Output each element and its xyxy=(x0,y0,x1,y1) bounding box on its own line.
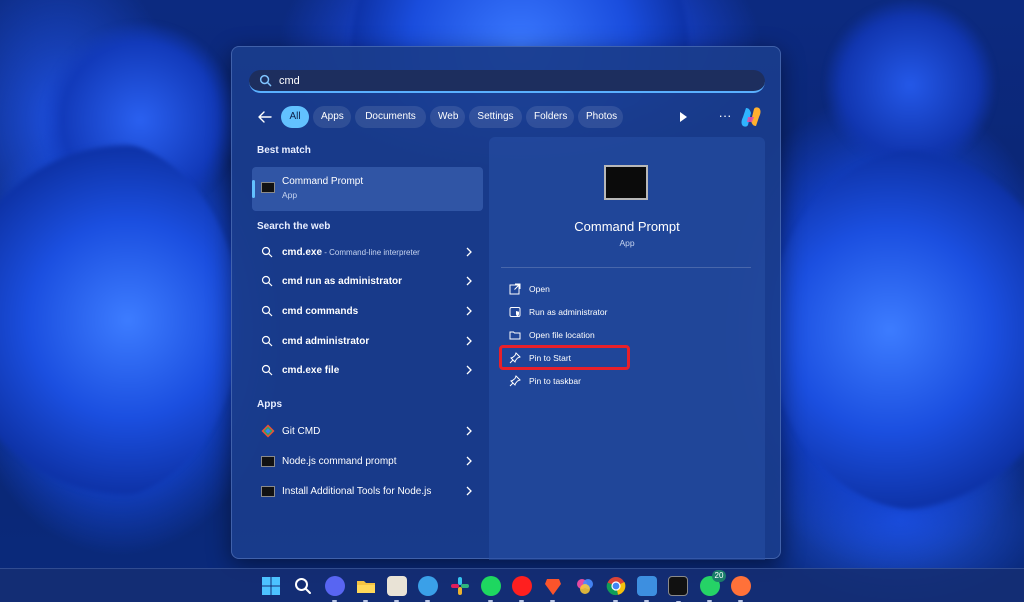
web-result-item[interactable]: cmd.exe - Command-line interpreter xyxy=(252,238,483,266)
file-explorer-icon[interactable] xyxy=(356,576,376,602)
open-external-icon xyxy=(509,283,521,295)
chevron-right-icon xyxy=(466,247,472,257)
best-match-name: Command Prompt xyxy=(282,176,364,187)
selection-indicator xyxy=(252,180,255,198)
web-result-label: cmd administrator xyxy=(282,336,370,347)
tab-web[interactable]: Web xyxy=(430,106,465,128)
web-result-label: cmd.exe file xyxy=(282,365,340,376)
chevron-right-icon xyxy=(466,426,472,436)
photos-icon[interactable] xyxy=(387,576,407,602)
search-query: cmd xyxy=(279,75,300,87)
play-icon[interactable] xyxy=(676,110,690,124)
firefox-icon[interactable] xyxy=(731,576,751,602)
search-icon xyxy=(261,305,273,317)
tab-apps[interactable]: Apps xyxy=(313,106,351,128)
copilot-icon[interactable] xyxy=(739,105,763,129)
spotify-icon[interactable] xyxy=(481,576,501,602)
taskbar: 20 xyxy=(0,568,1024,602)
web-result-item[interactable]: cmd.exe file xyxy=(252,356,483,384)
web-result-item[interactable]: cmd administrator xyxy=(252,327,483,355)
search-icon xyxy=(259,74,272,87)
open-action[interactable]: Open xyxy=(501,279,751,299)
whatsapp-icon[interactable]: 20 xyxy=(700,570,726,602)
web-heading: Search the web xyxy=(257,221,331,232)
open-action-label: Open xyxy=(529,284,550,294)
open-file-location-label: Open file location xyxy=(529,330,595,340)
command-prompt-icon xyxy=(604,165,648,200)
search-flyout: cmd All Apps Documents Web Settings Fold… xyxy=(231,46,781,560)
slack-icon[interactable] xyxy=(450,576,470,596)
chevron-right-icon xyxy=(466,365,472,375)
divider xyxy=(501,267,751,268)
app-result-item[interactable]: Node.js command prompt xyxy=(252,447,483,475)
command-prompt-icon xyxy=(261,182,275,193)
run-as-administrator-label: Run as administrator xyxy=(529,307,608,317)
highlight-annotation xyxy=(499,345,630,370)
terminal-icon[interactable] xyxy=(668,576,688,602)
chevron-right-icon xyxy=(466,306,472,316)
apps-heading: Apps xyxy=(257,399,282,410)
app-result-item[interactable]: Git CMD xyxy=(252,417,483,445)
chrome-icon[interactable] xyxy=(606,576,626,602)
chevron-right-icon xyxy=(466,456,472,466)
best-match-heading: Best match xyxy=(257,145,311,156)
pin-icon xyxy=(509,375,521,387)
tab-folders[interactable]: Folders xyxy=(526,106,574,128)
web-result-label: cmd run as administrator xyxy=(282,276,403,287)
search-input[interactable]: cmd xyxy=(249,70,765,93)
tab-settings[interactable]: Settings xyxy=(469,106,522,128)
web-result-label: cmd commands xyxy=(282,306,359,317)
run-as-administrator-action[interactable]: Run as administrator xyxy=(501,302,751,322)
back-arrow-icon[interactable] xyxy=(256,109,274,125)
wallpaper-bloom xyxy=(820,0,1000,170)
tab-photos[interactable]: Photos xyxy=(578,106,623,128)
preview-subtitle: App xyxy=(619,238,635,248)
search-icon xyxy=(261,275,273,287)
tab-documents[interactable]: Documents xyxy=(355,106,426,128)
app-result-item[interactable]: Install Additional Tools for Node.js xyxy=(252,477,483,505)
web-result-item[interactable]: cmd commands xyxy=(252,297,483,325)
best-match-item[interactable]: Command Prompt App xyxy=(252,167,483,211)
wallpaper-bloom xyxy=(770,150,1024,510)
tab-all[interactable]: All xyxy=(281,106,309,128)
chevron-right-icon xyxy=(466,486,472,496)
notification-badge: 20 xyxy=(712,570,726,582)
start-icon[interactable] xyxy=(261,576,281,596)
git-icon xyxy=(261,424,275,438)
terminal-icon xyxy=(261,456,275,467)
photos-viewer-icon[interactable] xyxy=(637,576,657,602)
paint-icon[interactable] xyxy=(575,576,595,596)
shield-icon xyxy=(509,307,521,317)
chevron-right-icon xyxy=(466,336,472,346)
folder-icon xyxy=(509,331,521,340)
app-result-label: Git CMD xyxy=(282,426,321,437)
search-icon[interactable] xyxy=(293,576,313,596)
search-icon xyxy=(261,364,273,376)
more-options-icon[interactable]: ··· xyxy=(716,107,734,125)
best-match-type: App xyxy=(282,190,298,200)
filter-bar: All Apps Documents Web Settings Folders … xyxy=(256,105,766,129)
web-result-label: cmd.exe - Command-line interpreter xyxy=(282,247,420,258)
app-result-label: Node.js command prompt xyxy=(282,456,397,467)
app-result-label: Install Additional Tools for Node.js xyxy=(282,486,432,497)
terminal-icon xyxy=(261,486,275,497)
search-icon xyxy=(261,246,273,258)
pin-to-taskbar-label: Pin to taskbar xyxy=(529,376,581,386)
open-file-location-action[interactable]: Open file location xyxy=(501,325,751,345)
web-result-item[interactable]: cmd run as administrator xyxy=(252,267,483,295)
preview-title: Command Prompt xyxy=(574,219,680,234)
youtube-music-icon[interactable] xyxy=(512,576,532,602)
pin-to-taskbar-action[interactable]: Pin to taskbar xyxy=(501,371,751,391)
sync-icon[interactable] xyxy=(418,576,438,602)
chevron-right-icon xyxy=(466,276,472,286)
discord-icon[interactable] xyxy=(325,576,345,602)
brave-icon[interactable] xyxy=(543,576,563,602)
search-icon xyxy=(261,335,273,347)
